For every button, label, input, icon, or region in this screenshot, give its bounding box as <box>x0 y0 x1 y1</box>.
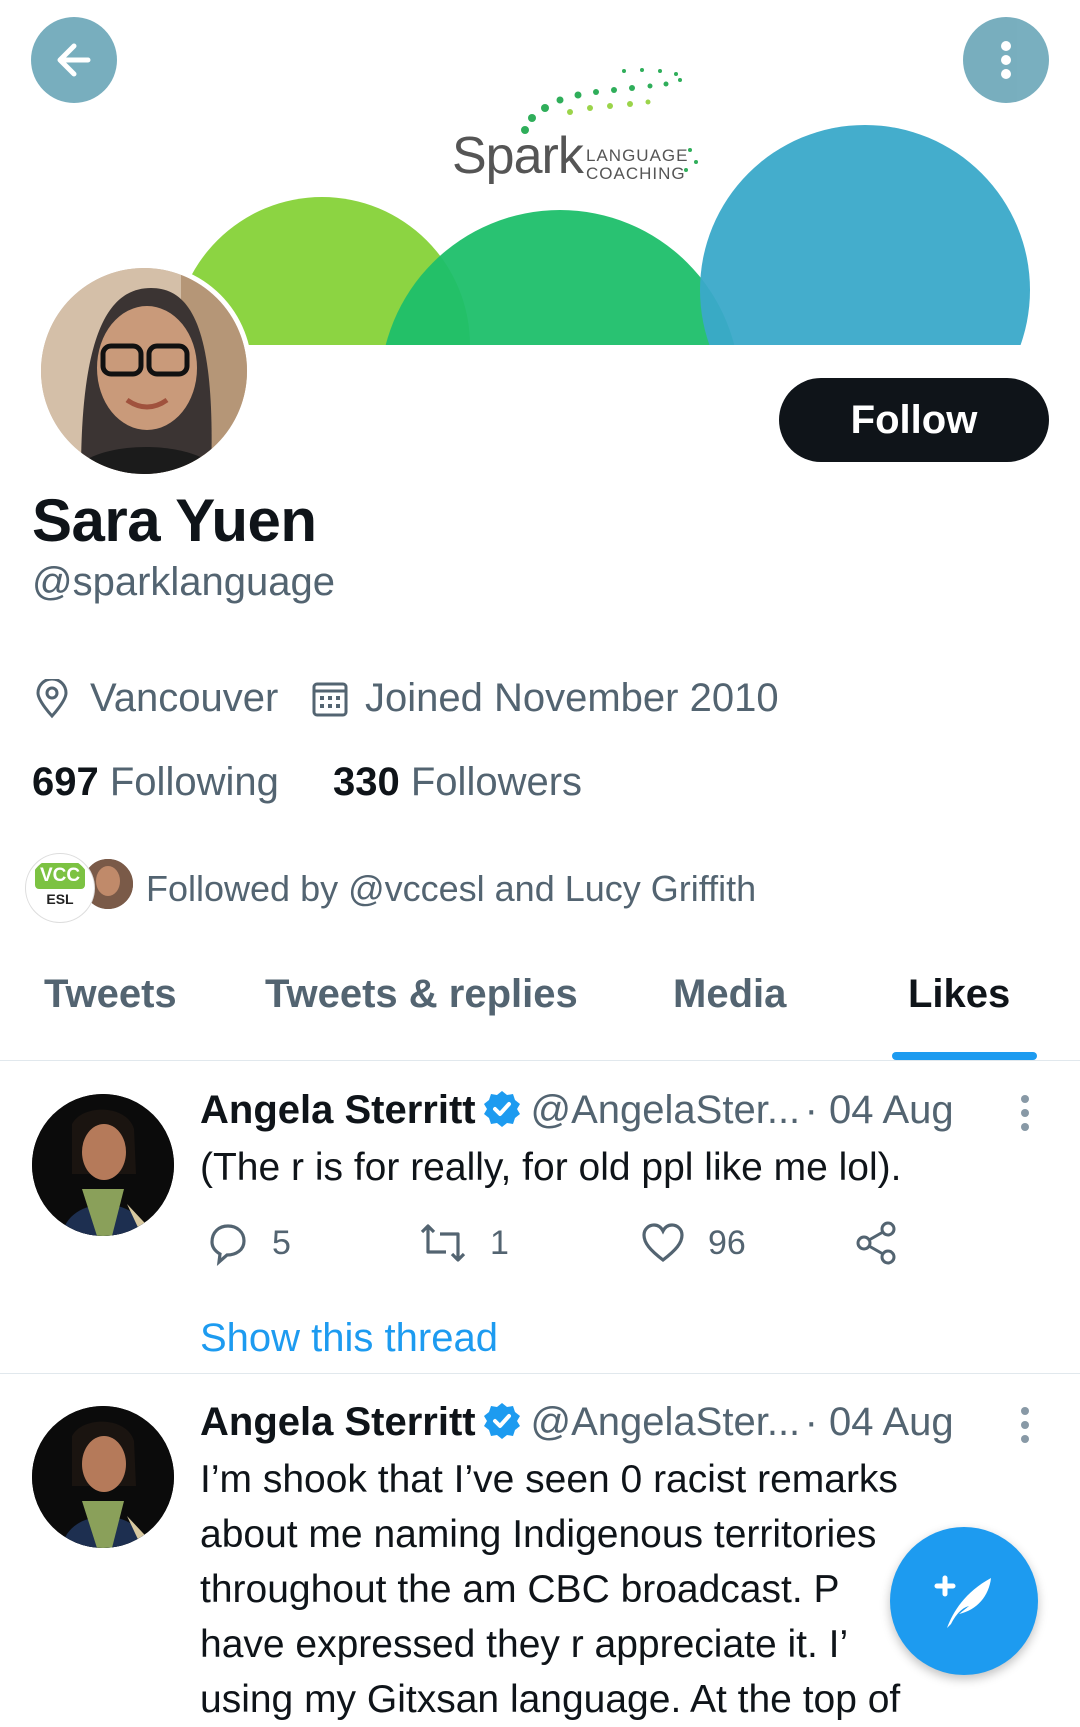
tweet-divider <box>0 1373 1080 1374</box>
tweet-text: (The r is for really, for old ppl like m… <box>200 1146 902 1189</box>
joined-text: Joined November 2010 <box>365 676 779 720</box>
like-button[interactable]: 96 <box>640 1220 746 1266</box>
logo-line-1: LANGUAGE <box>586 146 689 165</box>
tweet-more-icon[interactable] <box>1018 1404 1032 1446</box>
more-options-button[interactable] <box>963 17 1049 103</box>
profile-location: Vancouver <box>34 676 278 721</box>
profile-name: Sara Yuen <box>32 487 317 554</box>
arrow-left-icon <box>57 43 91 77</box>
location-pin-icon <box>36 678 68 718</box>
tab-tweets-replies[interactable]: Tweets & replies <box>265 972 578 1017</box>
like-count: 96 <box>708 1223 746 1262</box>
tab-tweets[interactable]: Tweets <box>44 972 177 1017</box>
more-vertical-icon <box>1001 41 1011 79</box>
tweet-author-handle[interactable]: @AngelaSter... <box>531 1088 801 1132</box>
tweet-more-icon[interactable] <box>1018 1092 1032 1134</box>
tweet-avatar[interactable] <box>32 1406 174 1548</box>
calendar-icon <box>312 682 348 716</box>
followers-label: Followers <box>410 760 583 804</box>
tweet-header: Angela Sterritt @AngelaSter... · 04 Aug <box>200 1400 1000 1445</box>
retweet-button[interactable]: 1 <box>418 1220 509 1266</box>
tab-likes[interactable]: Likes <box>908 972 1010 1017</box>
tweet-author-name[interactable]: Angela Sterritt <box>200 1400 476 1444</box>
following-stat[interactable]: 697 Following <box>32 760 279 805</box>
share-icon[interactable] <box>854 1220 900 1266</box>
compose-feather-icon <box>934 1575 991 1628</box>
follow-button[interactable]: Follow <box>779 378 1049 462</box>
tweet-avatar-image <box>32 1406 174 1548</box>
retweet-icon <box>420 1224 466 1262</box>
tweet-date[interactable]: · 04 Aug <box>805 1088 954 1132</box>
retweet-count: 1 <box>490 1223 509 1262</box>
reply-button[interactable]: 5 <box>204 1220 291 1266</box>
reply-count: 5 <box>272 1223 291 1262</box>
profile-joined: Joined November 2010 <box>311 676 779 721</box>
tweet-avatar[interactable] <box>32 1094 174 1236</box>
tweet-avatar-image <box>32 1094 174 1236</box>
profile-handle: @sparklanguage <box>32 560 336 604</box>
active-tab-indicator <box>892 1052 1037 1060</box>
tweet-text-line: I’m shook that I’ve seen 0 racist remark… <box>200 1458 898 1501</box>
follower-avatar-vccesl: VCC ESL <box>26 854 94 922</box>
tweet-text-line: using my Gitxsan language. At the top of <box>200 1678 901 1721</box>
profile-tabs: Tweets Tweets & replies Media Likes <box>0 960 1080 1061</box>
logo-subtitle: LANGUAGE COACHING <box>586 147 688 183</box>
tweet-author-name[interactable]: Angela Sterritt <box>200 1088 476 1132</box>
followers-stat[interactable]: 330 Followers <box>333 760 582 805</box>
followed-by-text[interactable]: Followed by @vccesl and Lucy Griffith <box>146 868 756 910</box>
vcc-badge: VCC <box>35 863 85 889</box>
back-button[interactable] <box>31 17 117 103</box>
avatar-image <box>41 268 247 474</box>
location-text: Vancouver <box>90 676 279 720</box>
show-thread-link[interactable]: Show this thread <box>200 1316 498 1361</box>
tweet-header: Angela Sterritt @AngelaSter... · 04 Aug <box>200 1088 1000 1133</box>
followers-count: 330 <box>333 760 400 804</box>
verified-badge-icon <box>484 1091 521 1127</box>
tweet-date[interactable]: · 04 Aug <box>805 1400 954 1444</box>
esl-badge: ESL <box>46 891 74 907</box>
compose-tweet-button[interactable] <box>890 1527 1038 1675</box>
tab-media[interactable]: Media <box>673 972 786 1017</box>
following-count: 697 <box>32 760 99 804</box>
reply-icon <box>210 1224 246 1266</box>
profile-avatar[interactable] <box>36 263 252 479</box>
logo-word: Spark <box>452 127 584 185</box>
verified-badge-icon <box>484 1403 521 1439</box>
tweet-author-handle[interactable]: @AngelaSter... <box>531 1400 801 1444</box>
heart-icon <box>642 1223 684 1263</box>
following-label: Following <box>109 760 279 804</box>
logo-line-2: COACHING <box>586 164 686 183</box>
